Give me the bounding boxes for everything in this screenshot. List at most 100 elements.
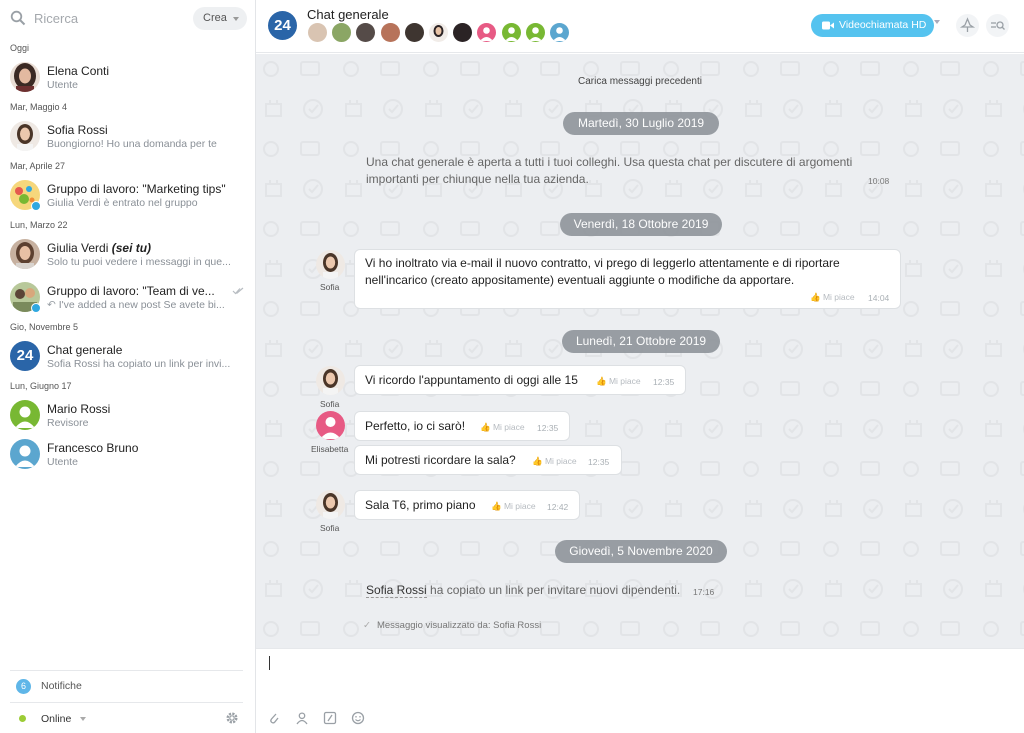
- message-area[interactable]: Carica messaggi precedenti Martedì, 30 L…: [256, 54, 1024, 648]
- status-row: Online: [10, 702, 243, 733]
- notifications-label: Notifiche: [41, 680, 82, 692]
- chat-name: Gruppo di lavoro: "Marketing tips": [47, 182, 226, 196]
- date-separator: Lun, Giugno 17: [10, 381, 72, 391]
- member-avatar[interactable]: [429, 23, 448, 42]
- chat-item-elena-conti[interactable]: Elena Conti Utente: [0, 57, 256, 100]
- chat-list: Oggi Elena Conti Utente Mar, Maggio 4 So…: [0, 41, 256, 477]
- chat-name: Giulia Verdi (sei tu): [47, 241, 151, 255]
- mention-user-icon[interactable]: [295, 711, 309, 725]
- like-button[interactable]: 👍 Mi piace: [810, 292, 855, 303]
- chevron-down-icon[interactable]: [80, 717, 86, 721]
- video-call-label: Videochiamata HD: [839, 19, 927, 31]
- chat-item-chat-generale[interactable]: 24 Chat generale Sofia Rossi ha copiato …: [0, 336, 256, 379]
- member-avatar[interactable]: [526, 23, 545, 42]
- status-selector[interactable]: Online: [41, 713, 71, 725]
- emoji-icon[interactable]: [351, 711, 365, 725]
- message-time: 12:35: [653, 377, 675, 387]
- chat-subtitle: Sofia Rossi ha copiato un link per invi.…: [47, 358, 231, 370]
- message-bubble[interactable]: Vi ho inoltrato via e-mail il nuovo cont…: [354, 249, 901, 309]
- message-bubble[interactable]: Mi potresti ricordare la sala? 👍 Mi piac…: [354, 445, 622, 475]
- sender-name: Sofia: [320, 523, 340, 533]
- sidebar: Crea Oggi Elena Conti Utente Mar, Maggio…: [0, 0, 256, 733]
- message-input[interactable]: [268, 655, 1008, 705]
- gear-icon[interactable]: [225, 711, 239, 725]
- message-bubble[interactable]: Sala T6, primo piano 👍 Mi piace 12:42: [354, 490, 580, 520]
- member-avatar[interactable]: [453, 23, 472, 42]
- chat-subtitle: Solo tu puoi vedere i messaggi in que...: [47, 256, 231, 268]
- reply-icon: ↶: [47, 299, 59, 311]
- pin-icon[interactable]: [956, 14, 979, 37]
- avatar: [10, 439, 40, 469]
- date-pill: Martedì, 30 Luglio 2019: [563, 112, 719, 135]
- system-message-text: ha copiato un link per invitare nuovi di…: [430, 583, 681, 597]
- group-badge-icon: [31, 303, 41, 313]
- chat-subtitle: Buongiorno! Ho una domanda per te: [47, 138, 217, 150]
- video-call-button[interactable]: Videochiamata HD: [811, 14, 934, 37]
- chat-logo[interactable]: 24: [268, 11, 297, 40]
- chat-name: Gruppo di lavoro: "Team di ve...: [47, 284, 215, 298]
- member-avatar[interactable]: [308, 23, 327, 42]
- text-cursor: [269, 656, 270, 670]
- like-button[interactable]: 👍 Mi piace: [596, 376, 641, 387]
- date-separator: Mar, Aprile 27: [10, 161, 66, 171]
- message-composer: [256, 648, 1024, 733]
- system-message: importanti per chiunque nella tua aziend…: [366, 172, 589, 186]
- avatar: [10, 400, 40, 430]
- message-bubble[interactable]: Perfetto, io ci sarò! 👍 Mi piace 12:35: [354, 411, 570, 441]
- chat-item-marketing-tips[interactable]: Gruppo di lavoro: "Marketing tips" Giuli…: [0, 175, 256, 218]
- message-bubble[interactable]: Vi ricordo l'appuntamento di oggi alle 1…: [354, 365, 686, 395]
- user-link[interactable]: Sofia Rossi: [366, 583, 427, 598]
- message-time: 12:35: [588, 457, 610, 467]
- chat-item-team-vendite[interactable]: Gruppo di lavoro: "Team di ve... ↶ I've …: [0, 277, 256, 320]
- chat-item-sofia-rossi[interactable]: Sofia Rossi Buongiorno! Ho una domanda p…: [0, 116, 256, 159]
- group-badge-icon: [31, 201, 41, 211]
- chat-name-suffix: (sei tu): [111, 241, 152, 255]
- date-separator: Mar, Maggio 4: [10, 102, 68, 112]
- chat-subtitle: Revisore: [47, 417, 89, 429]
- message-text: Mi potresti ricordare la sala?: [365, 453, 516, 467]
- avatar[interactable]: [316, 366, 345, 395]
- like-button[interactable]: 👍 Mi piace: [532, 456, 577, 467]
- create-button-label: Crea: [203, 12, 227, 24]
- create-button[interactable]: Crea: [193, 7, 247, 30]
- sender-name: Sofia: [320, 282, 340, 292]
- like-button[interactable]: 👍 Mi piace: [491, 501, 536, 512]
- avatar: 24: [10, 341, 40, 371]
- chevron-down-icon[interactable]: [934, 20, 940, 24]
- avatar: [10, 62, 40, 92]
- chat-title[interactable]: Chat generale: [307, 7, 389, 22]
- member-avatar[interactable]: [550, 23, 569, 42]
- chat-name: Elena Conti: [47, 64, 110, 78]
- date-pill: Giovedì, 5 Novembre 2020: [555, 540, 727, 563]
- member-avatar[interactable]: [381, 23, 400, 42]
- chat-item-giulia-verdi[interactable]: Giulia Verdi (sei tu) Solo tu puoi veder…: [0, 234, 256, 277]
- search-input[interactable]: [34, 9, 184, 27]
- search-messages-icon[interactable]: [986, 14, 1009, 37]
- member-avatar[interactable]: [477, 23, 496, 42]
- chat-item-francesco-bruno[interactable]: Francesco Bruno Utente: [0, 434, 256, 477]
- member-avatar[interactable]: [332, 23, 351, 42]
- date-separator: Oggi: [10, 43, 30, 53]
- attachment-icon[interactable]: [267, 711, 281, 725]
- search-icon: [10, 10, 26, 26]
- like-button[interactable]: 👍 Mi piace: [480, 422, 525, 433]
- message-text: Vi ho inoltrato via e-mail il nuovo cont…: [365, 256, 840, 270]
- load-previous-messages-link[interactable]: Carica messaggi precedenti: [256, 76, 1024, 87]
- chat-subtitle: Giulia Verdi è entrato nel gruppo: [47, 197, 198, 209]
- double-check-icon: [232, 287, 244, 295]
- check-icon: ✓: [363, 620, 371, 631]
- avatar: [10, 121, 40, 151]
- chat-item-mario-rossi[interactable]: Mario Rossi Revisore: [0, 395, 256, 438]
- command-icon[interactable]: [323, 711, 337, 725]
- notifications-row[interactable]: 6 Notifiche: [10, 670, 243, 702]
- message-time: 12:42: [547, 502, 569, 512]
- member-avatar[interactable]: [405, 23, 424, 42]
- message-text: Sala T6, primo piano: [365, 498, 476, 512]
- member-avatar[interactable]: [356, 23, 375, 42]
- chat-subtitle: ↶ I've added a new post Se avete bi...: [47, 299, 225, 311]
- avatar[interactable]: [316, 250, 345, 279]
- avatar[interactable]: [316, 490, 345, 519]
- member-avatar[interactable]: [502, 23, 521, 42]
- seen-indicator: ✓ Messaggio visualizzato da: Sofia Rossi: [363, 620, 541, 631]
- avatar[interactable]: [316, 411, 345, 440]
